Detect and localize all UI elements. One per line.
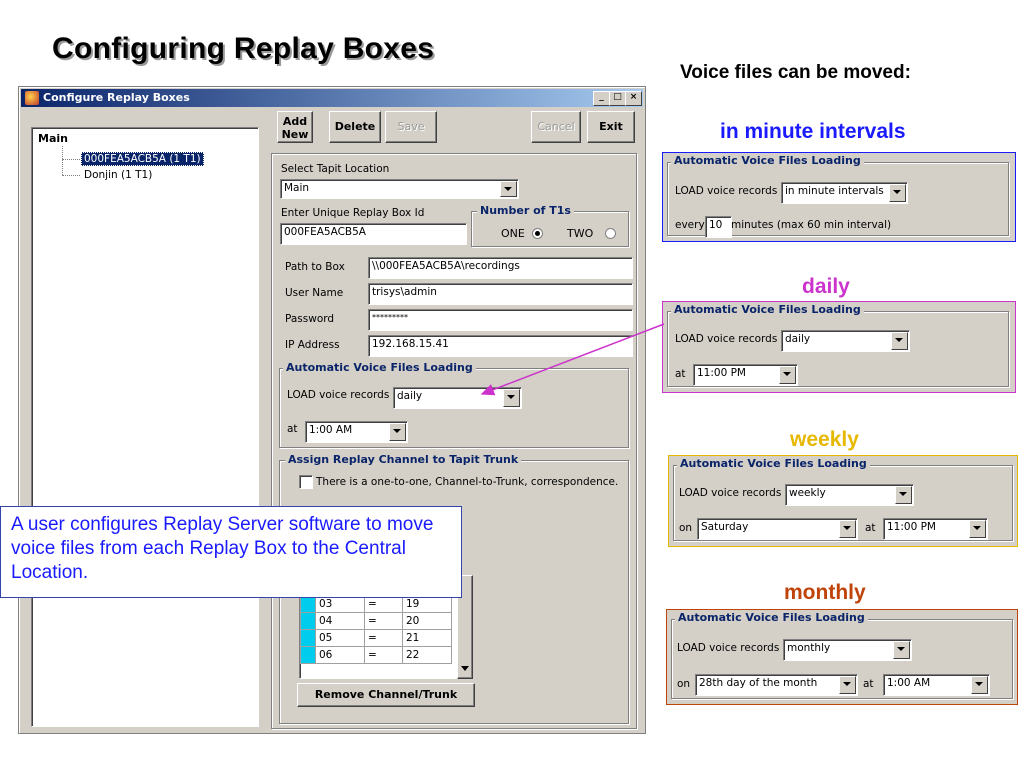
connector-arrow-line <box>480 323 665 396</box>
connector-arrow <box>480 323 665 396</box>
